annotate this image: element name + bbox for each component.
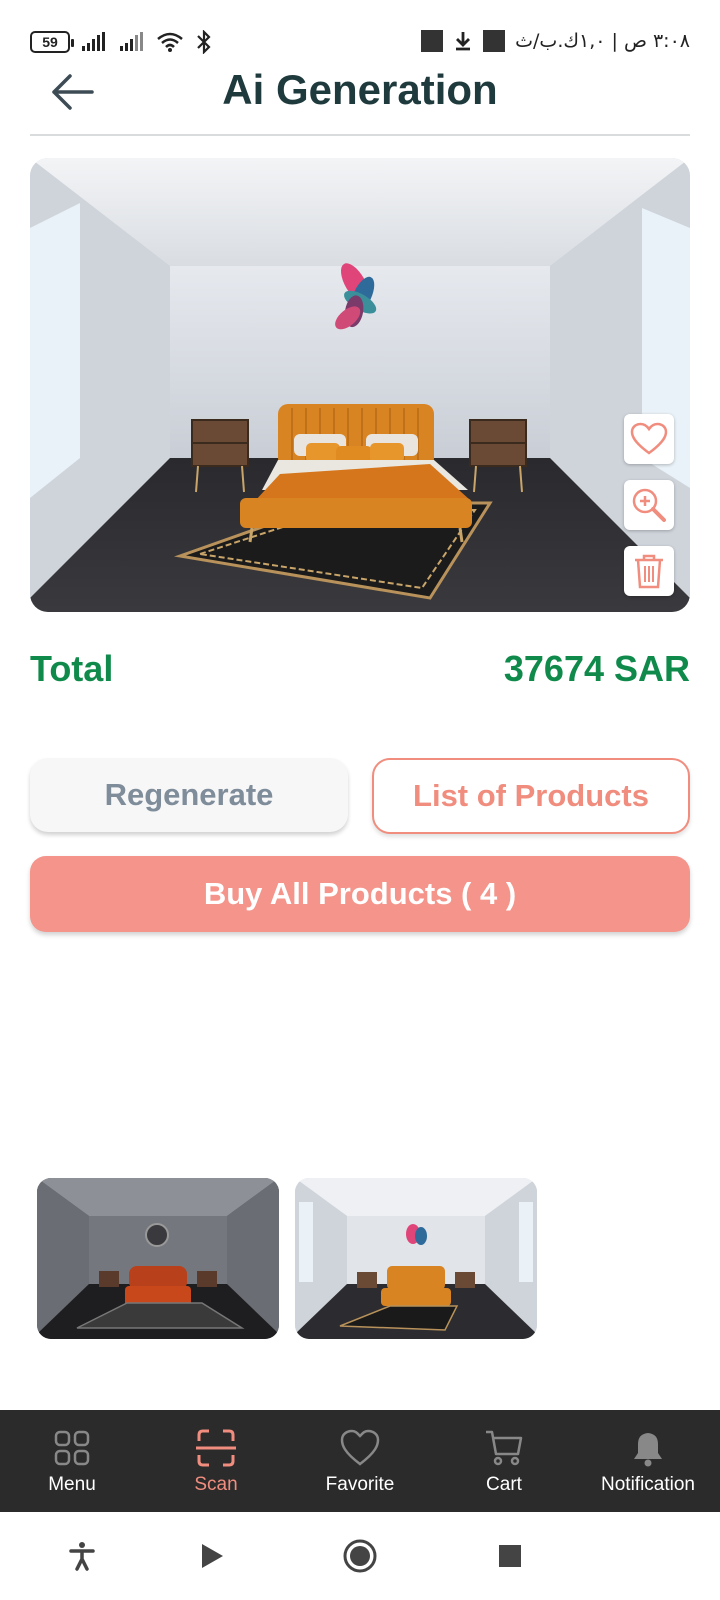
app-screen: 59 ٣:٠٨ ص | ١,٠ك.ب/ث Ai Generation Total… — [0, 0, 720, 1600]
nav-label-cart: Cart — [486, 1474, 522, 1495]
light-bedroom-render — [295, 1178, 537, 1339]
header: Ai Generation — [30, 62, 690, 136]
heart-icon — [340, 1429, 380, 1466]
total-value: 37674 SAR — [503, 648, 690, 689]
nav-item-scan[interactable]: Scan — [144, 1410, 288, 1512]
status-bar: 59 ٣:٠٨ ص | ١,٠ك.ب/ث — [0, 0, 720, 62]
home-circle-icon — [343, 1539, 377, 1573]
total-row: Total 37674 SAR — [30, 648, 690, 690]
zoom-image-button[interactable] — [624, 480, 674, 530]
app-notification-icon — [421, 30, 444, 52]
buy-all-products-button[interactable]: Buy All Products ( 4 ) — [30, 856, 690, 932]
square-icon — [499, 1545, 521, 1567]
nav-item-cart[interactable]: Cart — [432, 1410, 576, 1512]
scan-icon — [196, 1429, 236, 1467]
battery-indicator: 59 — [30, 31, 74, 53]
bell-icon — [634, 1433, 662, 1467]
home-button[interactable] — [338, 1534, 382, 1578]
play-button[interactable] — [190, 1534, 234, 1578]
play-icon — [202, 1544, 223, 1568]
bedroom-render — [30, 158, 690, 612]
system-nav-bar — [0, 1512, 720, 1600]
light-bedroom-thumbnail[interactable] — [295, 1178, 537, 1339]
accessibility-button[interactable] — [60, 1534, 104, 1578]
dark-bedroom-thumbnail[interactable] — [37, 1178, 279, 1339]
nav-label-notification: Notification — [601, 1474, 695, 1495]
download-icon — [456, 32, 471, 51]
delete-image-button[interactable] — [624, 546, 674, 596]
signal-icon-2 — [120, 32, 143, 51]
heart-icon — [630, 422, 668, 455]
generated-room-image — [30, 158, 690, 612]
signal-icon — [82, 32, 105, 51]
wifi-icon — [157, 32, 183, 52]
grid-icon — [54, 1430, 90, 1466]
bottom-nav: Menu Scan Favorite Cart Notification — [0, 1410, 720, 1512]
regenerate-button[interactable]: Regenerate — [30, 758, 348, 832]
recents-button[interactable] — [488, 1534, 532, 1578]
generation-thumbnails — [37, 1178, 537, 1339]
dark-bedroom-render — [37, 1178, 279, 1339]
page-title: Ai Generation — [222, 66, 498, 113]
accessibility-icon — [69, 1542, 95, 1571]
nav-label-menu: Menu — [48, 1474, 96, 1495]
bluetooth-icon — [197, 30, 211, 54]
nav-item-notification[interactable]: Notification — [576, 1410, 720, 1512]
image-actions — [624, 414, 674, 596]
nav-label-scan: Scan — [194, 1474, 238, 1495]
action-buttons: Regenerate List of Products — [30, 758, 690, 834]
status-right: ٣:٠٨ ص | ١,٠ك.ب/ث — [421, 30, 690, 52]
list-of-products-button[interactable]: List of Products — [372, 758, 690, 834]
favorite-image-button[interactable] — [624, 414, 674, 464]
status-left: 59 — [30, 30, 214, 54]
nav-item-menu[interactable]: Menu — [0, 1410, 144, 1512]
cart-icon — [486, 1430, 523, 1466]
status-time: ٣:٠٨ ص | ١,٠ك.ب/ث — [515, 30, 690, 52]
nav-item-favorite[interactable]: Favorite — [288, 1410, 432, 1512]
app-notification-icon-2 — [483, 30, 506, 52]
total-label: Total — [30, 648, 114, 689]
trash-icon — [635, 554, 663, 589]
zoom-in-icon — [632, 488, 666, 522]
nav-label-favorite: Favorite — [325, 1474, 395, 1495]
